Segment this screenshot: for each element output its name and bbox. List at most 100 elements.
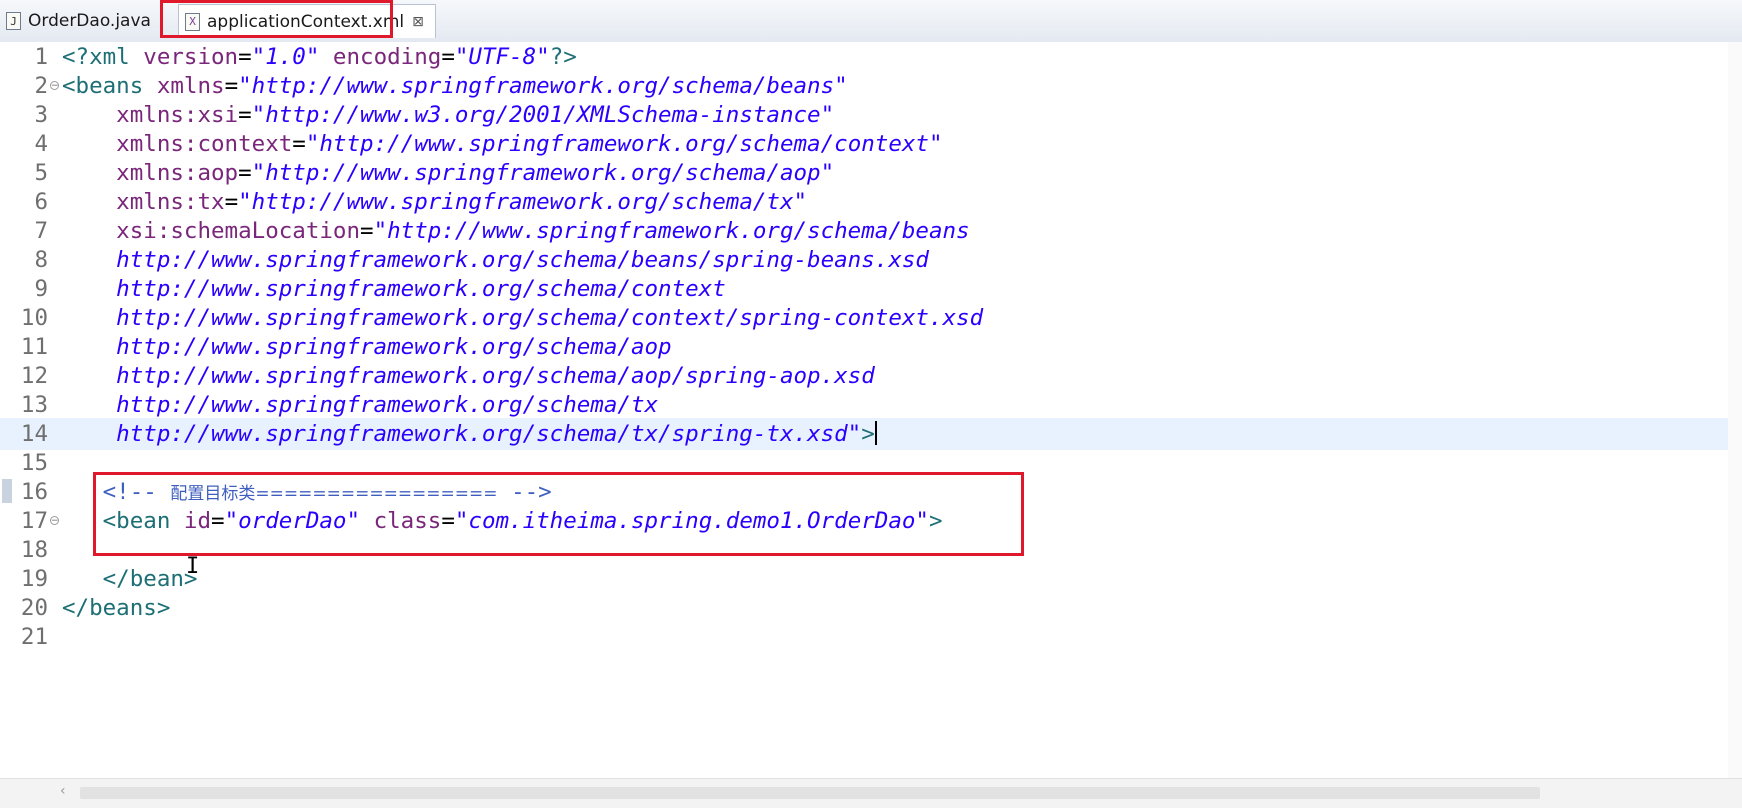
code-text: xmlns:xsi="http://www.w3.org/2001/XMLSch… <box>62 99 834 131</box>
code-line[interactable]: 16 <!-- 配置目标类================= --> <box>0 476 1728 508</box>
close-icon[interactable]: ⊠ <box>412 14 424 30</box>
line-number: 5 <box>34 160 48 186</box>
code-text: xmlns:context="http://www.springframewor… <box>62 128 943 160</box>
code-token: = <box>224 189 239 215</box>
code-token: http://www.springframework.org/schema/ao… <box>62 334 672 360</box>
code-line[interactable]: 15 <box>0 447 1728 479</box>
java-file-icon: J <box>6 12 21 30</box>
code-line[interactable]: 3 xmlns:xsi="http://www.w3.org/2001/XMLS… <box>0 99 1728 131</box>
code-line[interactable]: 4 xmlns:context="http://www.springframew… <box>0 128 1728 160</box>
scroll-thumb[interactable] <box>80 787 1540 799</box>
code-line[interactable]: 7 xsi:schemaLocation="http://www.springf… <box>0 215 1728 247</box>
code-token: "http://www.springframework.org/schema/a… <box>251 160 835 186</box>
code-token: http://www.springframework.org/schema/co… <box>62 276 726 302</box>
code-token: xsi:schemaLocation <box>62 218 361 244</box>
text-caret <box>874 421 877 445</box>
scroll-left-icon[interactable]: ‹ <box>60 783 66 799</box>
text-cursor-icon: I <box>186 554 200 579</box>
code-token: <beans <box>62 73 157 99</box>
line-number: 2 <box>34 73 48 99</box>
code-token: = <box>238 44 252 70</box>
xml-file-icon: X <box>185 12 200 31</box>
code-line[interactable]: 5 xmlns:aop="http://www.springframework.… <box>0 157 1728 189</box>
code-line[interactable]: 2− <beans xmlns="http://www.springframewo… <box>0 70 1728 102</box>
code-token: <bean <box>62 508 184 534</box>
code-text: xsi:schemaLocation="http://www.springfra… <box>62 215 970 247</box>
line-number: 7 <box>34 218 48 244</box>
code-text: http://www.springframework.org/schema/be… <box>62 244 929 276</box>
line-number: 14 <box>20 421 48 447</box>
code-line[interactable]: 20 </beans> <box>0 592 1728 624</box>
code-token: "http://www.springframework.org/schema/b… <box>373 218 970 244</box>
code-text: http://www.springframework.org/schema/ao… <box>62 360 875 392</box>
line-number: 1 <box>34 44 48 70</box>
line-number: 13 <box>20 392 48 418</box>
code-token: id <box>183 508 212 534</box>
code-text: http://www.springframework.org/schema/co… <box>62 302 983 334</box>
code-token: = <box>224 73 239 99</box>
code-line[interactable]: 12 http://www.springframework.org/schema… <box>0 360 1728 392</box>
line-number: 18 <box>20 537 48 563</box>
code-line[interactable]: 8 http://www.springframework.org/schema/… <box>0 244 1728 276</box>
code-token: </bean> <box>62 566 198 592</box>
line-number: 12 <box>20 363 48 389</box>
code-token: "com.itheima.spring.demo1.OrderDao" <box>454 508 929 534</box>
code-token: encoding <box>319 44 442 70</box>
code-token: <?xml <box>62 44 144 70</box>
code-token: --> <box>497 479 552 505</box>
line-number: 11 <box>20 334 48 360</box>
code-line[interactable]: 13 http://www.springframework.org/schema… <box>0 389 1728 421</box>
code-token: = <box>441 44 455 70</box>
code-text: http://www.springframework.org/schema/ao… <box>62 331 672 363</box>
code-line[interactable]: 11 http://www.springframework.org/schema… <box>0 331 1728 363</box>
code-line[interactable]: 21 <box>0 621 1728 653</box>
code-line[interactable]: 1 <?xml version="1.0" encoding="UTF-8"?> <box>0 41 1728 73</box>
code-token: "http://www.springframework.org/schema/t… <box>238 189 808 215</box>
tab-applicationcontext-xml[interactable]: X applicationContext.xml ⊠ <box>178 4 436 38</box>
line-number: 16 <box>20 479 48 505</box>
code-token: "1.0" <box>251 44 320 70</box>
line-number: 19 <box>20 566 48 592</box>
code-token: > <box>928 508 943 534</box>
code-line[interactable]: 10 http://www.springframework.org/schema… <box>0 302 1728 334</box>
line-number: 9 <box>34 276 48 302</box>
code-token: "UTF-8" <box>454 44 550 70</box>
code-text: xmlns:aop="http://www.springframework.or… <box>62 157 834 189</box>
code-token: </beans> <box>62 595 171 621</box>
line-number: 6 <box>34 189 48 215</box>
code-token: > <box>861 421 875 447</box>
horizontal-scrollbar[interactable]: ‹ <box>0 778 1742 808</box>
code-token: xmlns:aop <box>62 160 239 186</box>
code-line[interactable]: 17− <bean id="orderDao" class="com.ithei… <box>0 505 1728 537</box>
tab-label: OrderDao.java <box>28 11 151 31</box>
code-line[interactable]: 9 http://www.springframework.org/schema/… <box>0 273 1728 305</box>
code-token: <!-- <box>62 479 171 505</box>
line-number: 3 <box>34 102 48 128</box>
code-token: "http://www.springframework.org/schema/c… <box>305 131 943 157</box>
code-token: "http://www.springframework.org/schema/b… <box>238 73 848 99</box>
fold-toggle-icon[interactable]: − <box>50 81 59 91</box>
code-line[interactable]: 18 <box>0 534 1728 566</box>
code-line[interactable]: 19 </bean> <box>0 563 1728 595</box>
code-text: http://www.springframework.org/schema/tx <box>62 389 658 421</box>
line-number: 17 <box>20 508 48 534</box>
code-text: http://www.springframework.org/schema/tx… <box>62 418 877 450</box>
code-token: http://www.springframework.org/schema/tx… <box>62 421 862 447</box>
fold-toggle-icon[interactable]: − <box>50 516 59 526</box>
code-token: = <box>441 508 455 534</box>
code-token: version <box>143 44 239 70</box>
code-token: http://www.springframework.org/schema/co… <box>62 305 984 331</box>
code-line[interactable]: 6 xmlns:tx="http://www.springframework.o… <box>0 186 1728 218</box>
line-number: 20 <box>20 595 48 621</box>
code-token: = <box>292 131 306 157</box>
code-text: xmlns:tx="http://www.springframework.org… <box>62 186 807 218</box>
line-number: 21 <box>20 624 48 650</box>
code-token: http://www.springframework.org/schema/tx <box>62 392 659 418</box>
code-token: = <box>238 160 252 186</box>
code-token: "http://www.w3.org/2001/XMLSchema-instan… <box>251 102 835 128</box>
tab-label: applicationContext.xml <box>207 11 405 32</box>
code-line[interactable]: 14 http://www.springframework.org/schema… <box>0 418 1728 450</box>
tab-orderdao-java[interactable]: J OrderDao.java <box>0 4 172 38</box>
editor-tab-bar: J OrderDao.java X applicationContext.xml… <box>0 0 1742 43</box>
code-editor[interactable]: 1 <?xml version="1.0" encoding="UTF-8"?> 2… <box>0 42 1742 778</box>
